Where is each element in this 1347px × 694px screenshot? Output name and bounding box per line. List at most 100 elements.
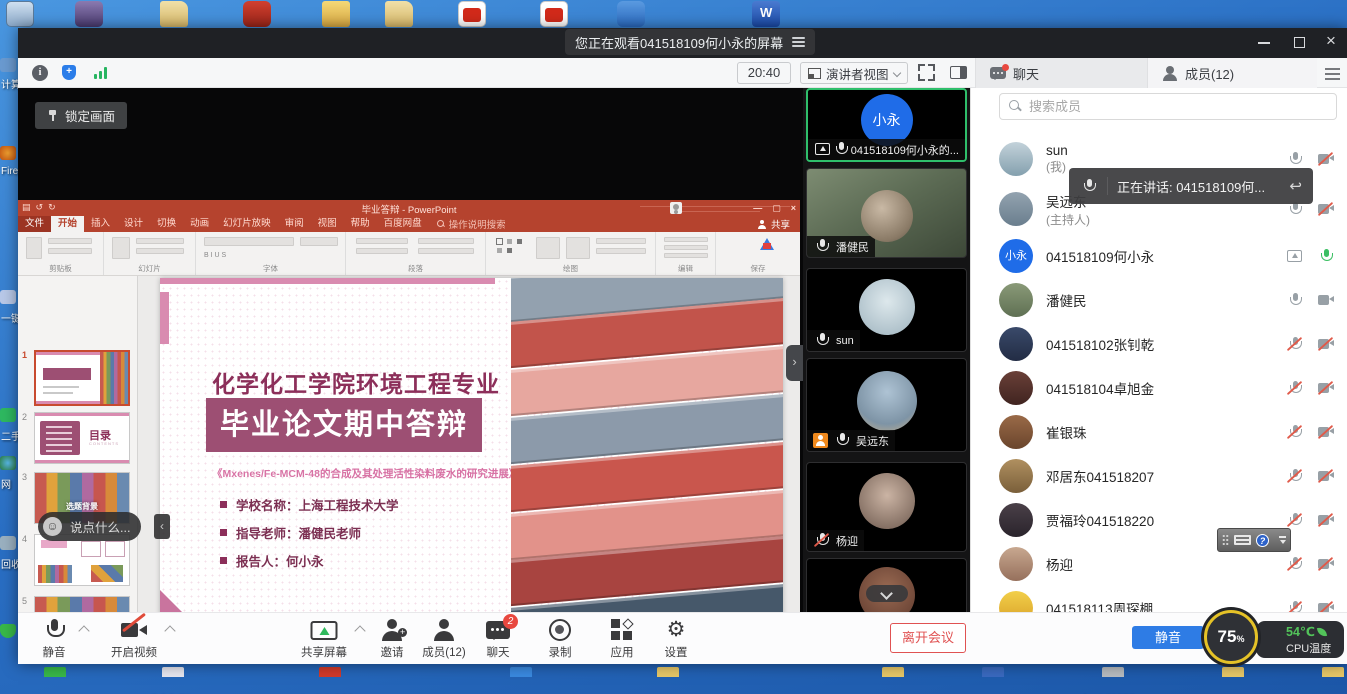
minimize-button[interactable] bbox=[1258, 42, 1270, 44]
video-tile[interactable]: 小永 041518109何小永的... bbox=[806, 88, 967, 162]
tell-me-search[interactable]: 操作说明搜索 bbox=[429, 216, 514, 232]
maximize-button[interactable] bbox=[1294, 37, 1305, 48]
mic-off-icon[interactable] bbox=[1286, 380, 1304, 397]
slide-thumbnail[interactable] bbox=[34, 534, 130, 586]
member-row[interactable]: 小永 041518109何小永 bbox=[971, 234, 1347, 278]
tab-transitions[interactable]: 切换 bbox=[150, 216, 183, 232]
tab-slideshow[interactable]: 幻灯片放映 bbox=[216, 216, 278, 232]
ribbon-group-save[interactable]: 保存 bbox=[716, 232, 800, 275]
member-row[interactable]: 崔银珠 bbox=[971, 410, 1347, 454]
new-slide-button[interactable] bbox=[112, 237, 130, 259]
member-row[interactable]: 邓居东041518207 bbox=[971, 454, 1347, 498]
slide-canvas[interactable]: 化学化工学院环境工程专业 毕业论文期中答辩 《Mxenes/Fe-MCM-48的… bbox=[160, 278, 783, 628]
video-options-chevron[interactable] bbox=[164, 625, 175, 636]
desktop-item[interactable]: hp LJ1020... bbox=[1058, 664, 1168, 694]
desktop-icon-label[interactable]: 一键 bbox=[1, 310, 18, 325]
banner-menu-icon[interactable] bbox=[792, 41, 805, 43]
tab-view[interactable]: 视图 bbox=[311, 216, 344, 232]
camera-icon[interactable] bbox=[1317, 292, 1335, 309]
help-icon[interactable]: ? bbox=[1256, 534, 1269, 547]
close-button[interactable]: × bbox=[1326, 31, 1336, 51]
recycle-bin-icon[interactable] bbox=[0, 536, 16, 550]
open-folder-icon[interactable] bbox=[322, 1, 350, 27]
reply-arrow-icon[interactable]: ↩ bbox=[1289, 177, 1302, 195]
red-app-icon[interactable] bbox=[243, 1, 271, 27]
video-strip-collapse-handle[interactable]: › bbox=[786, 345, 803, 381]
network-signal-icon[interactable] bbox=[94, 66, 110, 79]
tab-insert[interactable]: 插入 bbox=[84, 216, 117, 232]
watching-banner[interactable]: 您正在观看041518109何小永的屏幕 bbox=[565, 29, 815, 55]
keyboard-icon[interactable] bbox=[1234, 535, 1251, 545]
app-icon[interactable] bbox=[0, 290, 16, 304]
share-screen-button[interactable]: 共享屏幕 bbox=[292, 619, 356, 660]
tab-help[interactable]: 帮助 bbox=[344, 216, 377, 232]
settings-button[interactable]: ⚙ 设置 bbox=[644, 619, 708, 660]
danmaku-collapse-button[interactable]: ‹ bbox=[154, 514, 170, 539]
security-shield-icon[interactable] bbox=[62, 65, 76, 80]
tab-animations[interactable]: 动画 bbox=[183, 216, 216, 232]
chat-button[interactable]: 2 聊天 bbox=[466, 619, 530, 660]
baidu-pan-icon[interactable] bbox=[760, 238, 774, 250]
camera-off-icon[interactable] bbox=[1317, 380, 1335, 397]
mic-off-icon[interactable] bbox=[1286, 512, 1304, 529]
fullscreen-button[interactable] bbox=[918, 64, 935, 81]
find-button[interactable] bbox=[664, 237, 708, 242]
camera-off-icon[interactable] bbox=[1317, 151, 1335, 168]
start-video-button[interactable]: 开启视频 bbox=[102, 619, 166, 660]
computer-icon[interactable] bbox=[6, 1, 34, 27]
desktop-item[interactable]: Origin70 - bbox=[118, 664, 228, 694]
search-input[interactable] bbox=[1029, 99, 1309, 114]
app-icon[interactable] bbox=[0, 408, 16, 422]
leave-meeting-button[interactable]: 离开会议 bbox=[890, 623, 966, 653]
tab-review[interactable]: 审阅 bbox=[278, 216, 311, 232]
meeting-info-icon[interactable]: i bbox=[32, 65, 48, 81]
widget-mute-button[interactable]: 静音 bbox=[1132, 626, 1204, 649]
font-size-box[interactable] bbox=[300, 237, 338, 246]
camera-off-icon[interactable] bbox=[1317, 468, 1335, 485]
tab-home[interactable]: 开始 bbox=[51, 216, 84, 232]
firefox-icon[interactable] bbox=[0, 146, 16, 160]
danmaku-input[interactable]: ☺ 说点什么... bbox=[38, 512, 141, 541]
word-icon[interactable] bbox=[752, 1, 780, 27]
scroll-down-button[interactable] bbox=[866, 585, 908, 602]
slide-thumbnail-panel[interactable]: 1 2 目录 bbox=[18, 276, 138, 632]
folder-icon[interactable] bbox=[160, 1, 188, 27]
mic-icon[interactable] bbox=[1286, 151, 1304, 168]
mic-off-icon[interactable] bbox=[1286, 556, 1304, 573]
window-icon[interactable] bbox=[0, 58, 16, 72]
mute-button[interactable]: 静音 bbox=[22, 619, 86, 660]
mic-off-icon[interactable] bbox=[1286, 424, 1304, 441]
network-icon[interactable] bbox=[0, 456, 16, 470]
video-tile[interactable]: sun bbox=[806, 268, 967, 352]
replace-button[interactable] bbox=[664, 245, 708, 250]
quick-styles-button[interactable] bbox=[566, 237, 590, 259]
mic-icon[interactable] bbox=[1286, 292, 1304, 309]
member-row[interactable]: 041518102张钊乾 bbox=[971, 322, 1347, 366]
desktop-item[interactable]: 腾讯视频 bbox=[466, 664, 576, 694]
folder-icon[interactable] bbox=[385, 1, 413, 27]
ime-toolbar[interactable]: ? bbox=[1217, 528, 1291, 552]
desktop-item[interactable]: 1-s2.0-S22... bbox=[275, 664, 385, 694]
panel-menu-icon[interactable] bbox=[1325, 68, 1340, 70]
account-avatar[interactable] bbox=[670, 202, 682, 214]
ribbon-group-drawing[interactable]: 绘图 bbox=[486, 232, 656, 275]
member-search[interactable] bbox=[999, 93, 1337, 120]
share-button[interactable]: 共享 bbox=[748, 216, 800, 232]
mic-active-icon[interactable] bbox=[1317, 248, 1335, 265]
desktop-item[interactable]: 研究生复试- bbox=[938, 664, 1048, 694]
select-button[interactable] bbox=[664, 253, 708, 258]
screen-share-icon[interactable] bbox=[1286, 248, 1304, 265]
paste-button[interactable] bbox=[26, 237, 42, 259]
emoji-icon[interactable]: ☺ bbox=[43, 517, 62, 536]
ppt-window-controls[interactable]: —▢× bbox=[753, 203, 796, 214]
cpu-usage-gauge[interactable]: 75% bbox=[1204, 610, 1258, 664]
ribbon-group-paragraph[interactable]: 段落 bbox=[346, 232, 486, 275]
desktop-icon-label[interactable]: 二手 bbox=[1, 428, 18, 443]
side-panel-toggle[interactable] bbox=[950, 66, 967, 79]
desktop-icon-label[interactable]: 网 bbox=[1, 476, 11, 491]
video-tile[interactable]: 潘健民 bbox=[806, 168, 967, 258]
tab-chat[interactable]: 聊天 bbox=[975, 58, 1147, 88]
video-tile[interactable]: 吴远东 bbox=[806, 358, 967, 452]
drag-grip-icon[interactable] bbox=[1222, 534, 1229, 546]
tab-baidu-pan[interactable]: 百度网盘 bbox=[377, 216, 429, 232]
